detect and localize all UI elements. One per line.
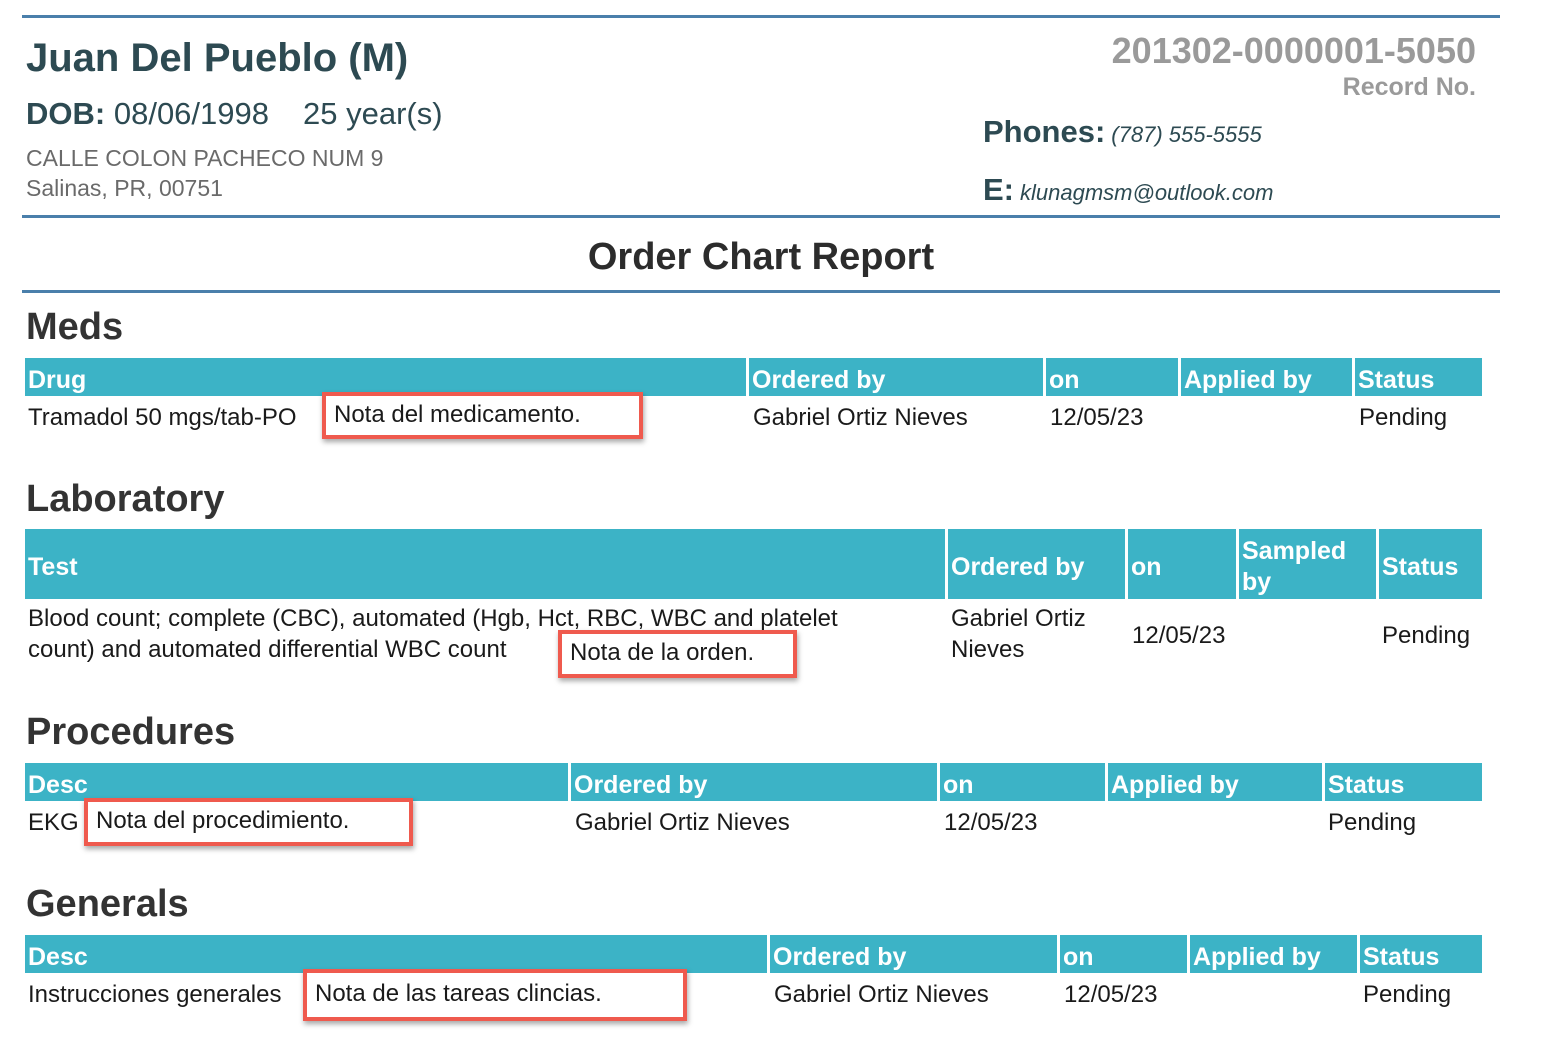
phones-label: Phones: [983,114,1106,149]
meds-header-on: on [1046,358,1178,396]
meds-drug-cell: Tramadol 50 mgs/tab-PO [28,404,297,431]
lab-note-highlight: Nota de la orden. [558,630,797,678]
laboratory-title: Laboratory [26,478,225,520]
gen-header-applied-by: Applied by [1190,935,1357,973]
lab-on-cell: 12/05/23 [1132,622,1226,649]
proc-status-cell: Pending [1328,809,1417,836]
meds-status-cell: Pending [1359,404,1448,431]
gen-header-desc: Desc [25,935,767,973]
lab-status-cell: Pending [1382,622,1471,649]
proc-header-desc: Desc [25,763,568,801]
dob-value: 08/06/1998 [113,96,269,131]
generals-table: Desc Ordered by on Applied by Status Ins… [25,935,1482,1025]
dob-label: DOB: [26,96,106,131]
meds-header-ordered-by: Ordered by [749,358,1043,396]
gen-status-cell: Pending [1363,981,1452,1008]
lab-header-status: Status [1379,529,1482,599]
lab-header-test: Test [25,529,945,599]
procedures-title: Procedures [26,711,236,753]
lab-ordered-by-line-2: Nieves [951,636,1025,663]
laboratory-table: Test Ordered by on Sampled by Status Blo… [25,529,1482,678]
patient-name: Juan Del Pueblo (M) [26,36,409,80]
lab-ordered-by-line-1: Gabriel Ortiz [951,605,1086,632]
meds-header-status: Status [1355,358,1482,396]
proc-note-highlight: Nota del procedimiento. [84,798,413,846]
title-rule [22,290,1500,293]
gen-on-cell: 12/05/23 [1064,981,1158,1008]
top-rule [22,15,1500,18]
proc-header-applied-by: Applied by [1108,763,1322,801]
phones-value: (787) 555-5555 [1111,122,1262,147]
proc-ordered-by-cell: Gabriel Ortiz Nieves [575,809,790,836]
dob-line: DOB: 08/06/1998 25 year(s) [26,96,443,132]
lab-header-sampled-by: Sampled by [1239,529,1376,599]
email-label: E: [983,172,1014,207]
email-value: klunagmsm@outlook.com [1020,180,1274,205]
meds-on-cell: 12/05/23 [1050,404,1144,431]
proc-header-status: Status [1325,763,1482,801]
phones: Phones: (787) 555-5555 [983,114,1262,150]
lab-header-on: on [1128,529,1236,599]
record-number: 201302-0000001-5050 [1111,30,1476,71]
gen-header-on: on [1060,935,1187,973]
proc-header-ordered-by: Ordered by [571,763,937,801]
patient-age: 25 year(s) [303,96,443,131]
gen-header-ordered-by: Ordered by [770,935,1057,973]
proc-header-on: on [940,763,1105,801]
procedures-table: Desc Ordered by on Applied by Status EKG… [25,763,1482,847]
address-line-1: CALLE COLON PACHECO NUM 9 [26,145,384,171]
proc-desc-cell: EKG [28,809,79,836]
report-title: Order Chart Report [587,236,935,278]
meds-header-applied-by: Applied by [1181,358,1352,396]
header-rule [22,215,1500,218]
gen-note-highlight: Nota de las tareas clincias. [303,969,687,1021]
meds-table: Drug Ordered by on Applied by Status Tra… [25,358,1482,439]
proc-on-cell: 12/05/23 [944,809,1038,836]
address-line-2: Salinas, PR, 00751 [26,175,223,201]
lab-test-line-2: count) and automated differential WBC co… [28,636,507,663]
record-label: Record No. [1342,73,1476,101]
generals-title: Generals [26,883,189,925]
email: E: klunagmsm@outlook.com [983,172,1273,208]
meds-header-drug: Drug [25,358,746,396]
gen-header-status: Status [1360,935,1482,973]
gen-ordered-by-cell: Gabriel Ortiz Nieves [774,981,989,1008]
lab-header-ordered-by: Ordered by [948,529,1125,599]
lab-test-line-1: Blood count; complete (CBC), automated (… [28,605,838,632]
meds-title: Meds [26,306,124,348]
meds-ordered-by-cell: Gabriel Ortiz Nieves [753,404,968,431]
meds-note-highlight: Nota del medicamento. [322,392,643,439]
gen-desc-cell: Instrucciones generales [28,981,282,1008]
